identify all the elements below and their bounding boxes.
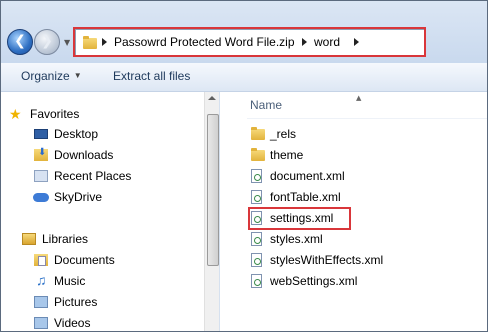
music-icon: ♫ bbox=[36, 272, 47, 288]
back-arrow-icon: ❮ bbox=[14, 33, 26, 49]
file-list-pane: ▲ Name _rels theme document.xml fontTabl… bbox=[230, 92, 487, 331]
nav-item-pictures[interactable]: Pictures bbox=[33, 293, 97, 311]
file-name: document.xml bbox=[270, 169, 345, 183]
address-highlight-box bbox=[73, 27, 426, 57]
scroll-up-icon[interactable] bbox=[208, 96, 216, 100]
recent-places-icon bbox=[33, 168, 49, 184]
forward-arrow-icon: ❯ bbox=[41, 33, 53, 49]
nav-item-music[interactable]: ♫ Music bbox=[33, 272, 85, 290]
nav-item-skydrive[interactable]: SkyDrive bbox=[33, 188, 102, 206]
scroll-thumb[interactable] bbox=[207, 114, 219, 266]
list-item-file[interactable]: styles.xml bbox=[250, 230, 323, 248]
nav-item-recent-places[interactable]: Recent Places bbox=[33, 167, 131, 185]
settings-highlight-box bbox=[248, 207, 351, 230]
file-name: styles.xml bbox=[270, 232, 323, 246]
chevron-down-icon: ▼ bbox=[73, 71, 82, 80]
folder-icon bbox=[250, 126, 265, 142]
nav-item-label: Music bbox=[54, 274, 86, 288]
nav-item-label: SkyDrive bbox=[54, 190, 103, 204]
nav-item-label: Downloads bbox=[54, 148, 114, 162]
xml-file-icon bbox=[250, 168, 264, 184]
navigation-pane: ★ Favorites Desktop Downloads Recent Pla… bbox=[1, 92, 219, 331]
libraries-icon bbox=[21, 231, 37, 247]
downloads-icon bbox=[33, 147, 49, 163]
pane-splitter[interactable] bbox=[219, 92, 230, 331]
nav-item-documents[interactable]: Documents bbox=[33, 251, 115, 269]
videos-icon bbox=[33, 315, 49, 331]
file-name: fontTable.xml bbox=[270, 190, 341, 204]
list-item-folder[interactable]: _rels bbox=[250, 125, 296, 143]
list-item-file[interactable]: document.xml bbox=[250, 167, 345, 185]
file-name: _rels bbox=[270, 127, 297, 141]
nav-item-downloads[interactable]: Downloads bbox=[33, 146, 113, 164]
xml-file-icon bbox=[250, 231, 264, 247]
organize-menu[interactable]: Organize ▼ bbox=[21, 69, 82, 83]
xml-file-icon bbox=[250, 189, 264, 205]
list-item-file[interactable]: webSettings.xml bbox=[250, 272, 357, 290]
desktop-icon bbox=[33, 126, 49, 142]
file-name: theme bbox=[270, 148, 304, 162]
nav-favorites[interactable]: ★ Favorites bbox=[9, 105, 79, 123]
sort-caret-icon: ▲ bbox=[356, 94, 362, 102]
libraries-label: Libraries bbox=[42, 232, 89, 246]
list-item-folder[interactable]: theme bbox=[250, 146, 303, 164]
file-name: webSettings.xml bbox=[270, 274, 358, 288]
xml-file-icon bbox=[250, 273, 264, 289]
back-button[interactable]: ❮ bbox=[7, 29, 33, 55]
documents-icon bbox=[33, 252, 49, 268]
favorites-label: Favorites bbox=[30, 107, 80, 121]
nav-item-label: Recent Places bbox=[54, 169, 132, 183]
star-icon: ★ bbox=[9, 106, 22, 122]
pictures-icon bbox=[33, 294, 49, 310]
command-bar: Organize ▼ Extract all files bbox=[1, 63, 487, 92]
forward-button[interactable]: ❯ bbox=[34, 29, 60, 55]
title-area: ❮ ❯ ▼ Passowrd Protected Word File.zip w… bbox=[1, 1, 487, 63]
nav-libraries[interactable]: Libraries bbox=[21, 230, 88, 248]
list-item-file[interactable]: stylesWithEffects.xml bbox=[250, 251, 383, 269]
organize-label: Organize bbox=[21, 69, 70, 83]
nav-item-desktop[interactable]: Desktop bbox=[33, 125, 98, 143]
header-divider bbox=[247, 118, 487, 119]
list-item-file[interactable]: fontTable.xml bbox=[250, 188, 341, 206]
extract-all-button[interactable]: Extract all files bbox=[113, 69, 190, 83]
nav-item-label: Videos bbox=[54, 316, 91, 330]
skydrive-cloud-icon bbox=[33, 189, 49, 205]
nav-item-label: Documents bbox=[54, 253, 115, 267]
folder-icon bbox=[250, 147, 265, 163]
explorer-window: ❮ ❯ ▼ Passowrd Protected Word File.zip w… bbox=[0, 0, 488, 332]
nav-item-videos[interactable]: Videos bbox=[33, 314, 91, 331]
xml-file-icon bbox=[250, 252, 264, 268]
nav-scrollbar[interactable] bbox=[204, 92, 220, 331]
nav-item-label: Desktop bbox=[54, 127, 99, 141]
column-header-name[interactable]: Name bbox=[250, 98, 282, 112]
nav-item-label: Pictures bbox=[54, 295, 98, 309]
file-name: stylesWithEffects.xml bbox=[270, 253, 384, 267]
recent-pages-dropdown-icon[interactable]: ▼ bbox=[64, 38, 70, 47]
